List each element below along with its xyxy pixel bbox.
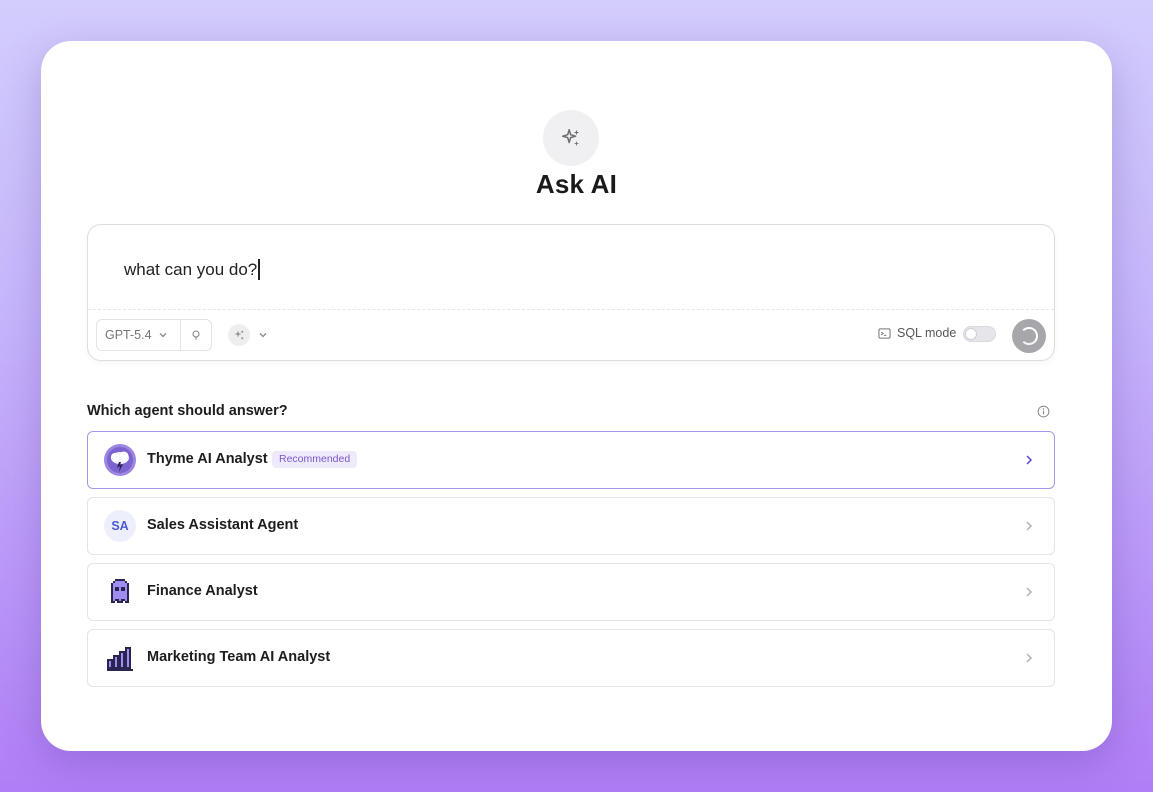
chevron-right-icon: [1026, 455, 1033, 465]
composer-divider: [88, 309, 1054, 310]
pixel-ghost-avatar: [104, 576, 136, 608]
agent-option-finance[interactable]: Finance Analyst: [87, 563, 1055, 621]
initials-avatar: SA: [104, 510, 136, 542]
avatar-initials: SA: [104, 510, 136, 542]
sparkles-icon: [543, 110, 599, 166]
info-icon[interactable]: [1037, 405, 1050, 418]
agent-name: Sales Assistant Agent: [147, 517, 299, 533]
reasoning-button[interactable]: [181, 320, 211, 350]
sql-mode-toggle[interactable]: [963, 326, 996, 342]
ask-ai-card: Ask AI what can you do? GPT-5.4 SQL mode…: [41, 41, 1112, 751]
prompt-composer: what can you do? GPT-5.4 SQL mode: [87, 224, 1055, 361]
text-caret: [258, 259, 260, 280]
model-select-label: GPT-5.4: [105, 328, 152, 342]
bar-chart-avatar: [104, 642, 136, 674]
agent-name: Thyme AI Analyst: [147, 451, 268, 467]
prompt-input[interactable]: what can you do?: [124, 259, 260, 280]
recommended-badge: Recommended: [272, 451, 358, 468]
chevron-right-icon: [1026, 653, 1033, 663]
sql-mode-label: SQL mode: [897, 326, 957, 340]
agent-option-thyme[interactable]: Thyme AI Analyst Recommended: [87, 431, 1055, 489]
prompt-input-text: what can you do?: [124, 259, 258, 279]
model-select[interactable]: GPT-5.4: [97, 320, 181, 350]
agent-section-label: Which agent should answer?: [87, 403, 288, 419]
lightbulb-icon: [192, 330, 200, 340]
send-button[interactable]: [1012, 319, 1046, 353]
agent-picker-button[interactable]: [228, 324, 268, 346]
loading-spinner-icon: [1020, 327, 1038, 345]
model-selector-group: GPT-5.4: [96, 319, 212, 351]
chevron-down-icon: [159, 333, 167, 338]
chevron-right-icon: [1026, 587, 1033, 597]
terminal-icon: [878, 327, 891, 339]
chevron-right-icon: [1026, 521, 1033, 531]
agent-option-marketing[interactable]: Marketing Team AI Analyst: [87, 629, 1055, 687]
toggle-knob: [966, 329, 976, 339]
chevron-down-icon: [259, 333, 267, 338]
agent-name: Finance Analyst: [147, 583, 258, 599]
sparkles-small-icon: [228, 324, 250, 346]
agent-name: Marketing Team AI Analyst: [147, 649, 331, 665]
agent-option-sales-assistant[interactable]: SA Sales Assistant Agent: [87, 497, 1055, 555]
sql-mode-label-group: SQL mode: [878, 326, 956, 340]
thyme-cloud-avatar: [104, 444, 136, 476]
page-title: Ask AI: [535, 169, 618, 199]
